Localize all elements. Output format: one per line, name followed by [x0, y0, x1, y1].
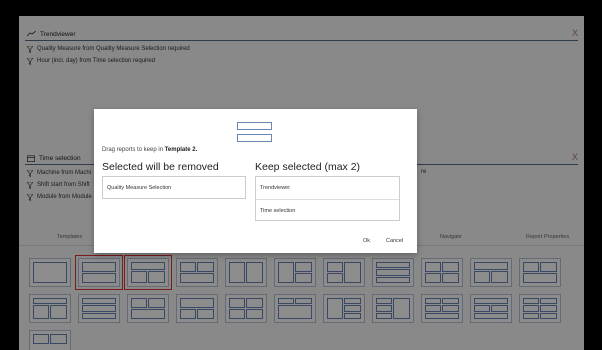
keep-reports-dialog: Drag reports to keep in Template 2. Sele… — [94, 109, 417, 253]
template-2-icon — [237, 122, 272, 143]
list-item[interactable]: Trendviewer — [256, 177, 399, 200]
keep-list[interactable]: Trendviewer Time selection — [255, 176, 400, 221]
cancel-button[interactable]: Cancel — [386, 238, 403, 244]
list-item[interactable]: Time selection — [256, 200, 399, 222]
removed-list[interactable]: Quality Measure Selection — [102, 176, 246, 199]
ok-button[interactable]: Ok — [363, 238, 370, 244]
instruction-template: Template 2. — [164, 147, 198, 153]
list-item[interactable]: Quality Measure Selection — [103, 177, 245, 199]
instruction-prefix: Drag reports to keep in — [102, 147, 164, 153]
removed-title: Selected will be removed — [102, 161, 219, 173]
dialog-instruction: Drag reports to keep in Template 2. — [102, 147, 197, 153]
keep-title: Keep selected (max 2) — [255, 161, 361, 173]
